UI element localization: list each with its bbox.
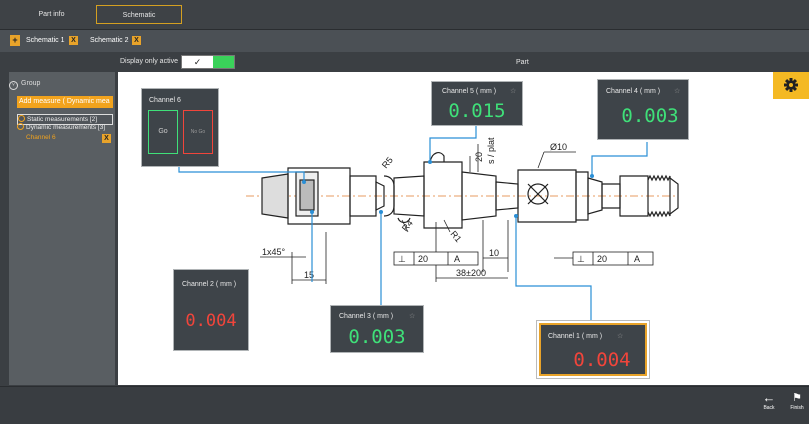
channel-5-value: 0.015 bbox=[448, 100, 506, 122]
tolerance-1-datum: A bbox=[454, 254, 460, 264]
finish-label: Finish bbox=[790, 405, 804, 411]
bottom-bar bbox=[0, 386, 809, 424]
flag-icon: ⚑ bbox=[792, 392, 802, 404]
card-title: Channel 2 ( mm ) bbox=[182, 281, 237, 288]
tolerance-1-value: 20 bbox=[418, 254, 428, 264]
star-icon: ☆ bbox=[617, 333, 624, 340]
card-title: Channel 5 ( mm ) bbox=[442, 88, 497, 95]
dimension-10-label: 10 bbox=[489, 248, 499, 258]
back-arrow-icon: ← bbox=[762, 390, 776, 405]
star-icon: ☆ bbox=[674, 88, 681, 95]
tolerance-2-value: 20 bbox=[597, 254, 607, 264]
tolerance-symbol: ⊥ bbox=[577, 254, 585, 264]
diameter-10-label: Ø10 bbox=[550, 142, 567, 152]
star-icon: ☆ bbox=[510, 88, 517, 95]
expand-icon bbox=[18, 115, 25, 122]
tree-item-label: Dynamic measurements [3] bbox=[26, 124, 106, 131]
back-button[interactable]: ← Back bbox=[758, 391, 780, 415]
tab-part-info[interactable]: Part info bbox=[11, 5, 92, 24]
remove-channel-6-button[interactable]: X bbox=[102, 134, 111, 143]
channel-6-card[interactable]: Channel 6 Go No Go bbox=[141, 88, 219, 167]
schematic-tab-1[interactable]: Schematic 1 X bbox=[26, 35, 78, 46]
schematic-tab-label: Schematic 2 bbox=[90, 37, 129, 44]
channel-3-card[interactable]: Channel 3 ( mm ) ☆ 0.003 bbox=[330, 305, 424, 353]
radius-r1-label: R1 bbox=[448, 229, 463, 244]
dimension-38-label: 38±200 bbox=[456, 268, 486, 278]
go-indicator: Go bbox=[148, 110, 178, 154]
card-title: Channel 3 ( mm ) bbox=[339, 313, 394, 320]
channel-3-value: 0.003 bbox=[348, 326, 406, 348]
star-icon: ☆ bbox=[409, 313, 416, 320]
close-schematic-2-button[interactable]: X bbox=[132, 36, 141, 45]
gear-icon bbox=[784, 78, 798, 92]
group-header[interactable]: ˅ Group bbox=[9, 80, 40, 90]
schematic-tab-2[interactable]: Schematic 2 X bbox=[90, 35, 141, 46]
tree-item-label: Static measurements [2] bbox=[27, 116, 98, 123]
card-title: Channel 4 ( mm ) bbox=[606, 88, 661, 95]
channel-5-card[interactable]: Channel 5 ( mm ) ☆ 0.015 bbox=[431, 81, 523, 126]
radius-r5-label: R5 bbox=[380, 155, 395, 170]
expand-icon bbox=[17, 123, 24, 130]
channel-4-card[interactable]: Channel 4 ( mm ) ☆ 0.003 bbox=[597, 79, 689, 140]
chevron-down-icon: ˅ bbox=[9, 81, 18, 90]
channel-1-card[interactable]: Channel 1 ( mm ) ☆ 0.004 bbox=[539, 323, 647, 376]
channel-1-value: 0.004 bbox=[573, 349, 631, 371]
channel-2-value: 0.004 bbox=[185, 311, 237, 331]
tolerance-symbol: ⊥ bbox=[398, 254, 406, 264]
add-measure-button[interactable]: Add measure ( Dynamic mea bbox=[17, 96, 113, 108]
channel-4-value: 0.003 bbox=[621, 105, 679, 127]
display-only-active-toggle[interactable]: ✓ bbox=[181, 55, 235, 69]
card-title: Channel 1 ( mm ) bbox=[548, 333, 603, 340]
close-schematic-1-button[interactable]: X bbox=[69, 36, 78, 45]
tree-item-dynamic[interactable]: Dynamic measurements [3] bbox=[17, 123, 105, 132]
group-label: Group bbox=[21, 80, 41, 87]
part-label: Part bbox=[516, 59, 529, 66]
channel-2-card[interactable]: Channel 2 ( mm ) 0.004 bbox=[173, 269, 249, 351]
settings-button[interactable] bbox=[773, 72, 809, 99]
back-label: Back bbox=[763, 405, 775, 411]
schematic-tab-label: Schematic 1 bbox=[26, 37, 65, 44]
chamfer-label: 1x45° bbox=[262, 247, 286, 257]
add-schematic-button[interactable]: + bbox=[10, 35, 20, 46]
dimension-20-label: 20 bbox=[474, 152, 484, 162]
s-plat-label: s / plat bbox=[486, 137, 496, 164]
toggle-on-indicator bbox=[213, 56, 234, 68]
no-go-indicator: No Go bbox=[183, 110, 213, 154]
tab-schematic[interactable]: Schematic bbox=[96, 5, 182, 24]
finish-button[interactable]: ⚑ Finish bbox=[786, 391, 808, 415]
tree-item-channel-6[interactable]: Channel 6 bbox=[26, 134, 56, 142]
tolerance-2-datum: A bbox=[634, 254, 640, 264]
card-title: Channel 6 bbox=[149, 97, 181, 104]
check-icon: ✓ bbox=[182, 56, 213, 68]
display-only-active-label: Display only active bbox=[120, 58, 178, 65]
